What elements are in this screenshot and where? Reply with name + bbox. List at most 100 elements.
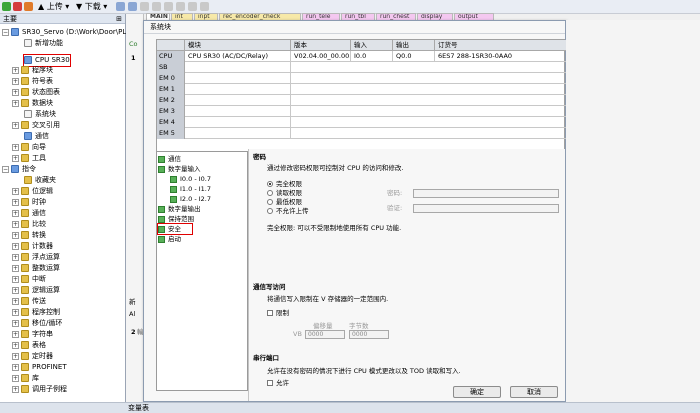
tab-run-chest[interactable]: run_chest bbox=[376, 13, 416, 20]
compile-icon[interactable] bbox=[24, 2, 33, 11]
tree-item[interactable]: + 工具 bbox=[12, 153, 46, 164]
tab-rec-encoder-check[interactable]: rec_encoder_check bbox=[219, 13, 301, 20]
pin-icon[interactable]: ⊞ bbox=[116, 14, 122, 24]
password-input[interactable] bbox=[413, 189, 559, 198]
tree-item[interactable]: + 逻辑运算 bbox=[12, 285, 60, 296]
nav-item-communication[interactable]: 通信 bbox=[158, 154, 181, 164]
nav-item-digital-output[interactable]: 数字量输出 bbox=[158, 204, 201, 214]
allow-checkbox[interactable]: 允许 bbox=[267, 379, 289, 388]
tab-main[interactable]: MAIN bbox=[146, 13, 170, 20]
tree-item[interactable]: + 转换 bbox=[12, 230, 46, 241]
tree-item[interactable]: + 通信 bbox=[12, 208, 46, 219]
cancel-button[interactable]: 取消 bbox=[510, 386, 558, 398]
network-icon[interactable] bbox=[176, 2, 185, 11]
bookmark-icon[interactable] bbox=[200, 2, 209, 11]
restrict-checkbox[interactable]: 限制 bbox=[267, 309, 289, 318]
tab-output[interactable]: output bbox=[454, 13, 494, 20]
delete-icon[interactable] bbox=[128, 2, 137, 11]
nav-item-i2[interactable]: I2.0 - I2.7 bbox=[170, 194, 211, 204]
tree-item[interactable]: + 比较 bbox=[12, 219, 46, 230]
tree-item[interactable]: + 符号表 bbox=[12, 76, 53, 87]
tree-item[interactable]: 新增功能 bbox=[24, 38, 63, 49]
radio-full-access[interactable]: 完全权限 bbox=[267, 180, 302, 189]
nav-item-i0[interactable]: I0.0 - I0.7 bbox=[170, 174, 211, 184]
nav-item-digital-input[interactable]: 数字量输入 bbox=[158, 164, 201, 174]
status-icon[interactable] bbox=[152, 2, 161, 11]
tree-item[interactable]: + 库 bbox=[12, 373, 39, 384]
cell-module[interactable] bbox=[185, 117, 291, 128]
tree-item[interactable]: + 调用子例程 bbox=[12, 384, 67, 395]
tab-inpt[interactable]: inpt bbox=[194, 13, 218, 20]
tree-item[interactable]: 通信 bbox=[24, 131, 49, 142]
tree-item-label: PROFINET bbox=[32, 363, 67, 371]
column-header: 输出 bbox=[393, 40, 435, 51]
table-row[interactable]: EM 5 bbox=[157, 128, 566, 139]
tab-int[interactable]: int bbox=[171, 13, 193, 20]
tree-item[interactable]: + 浮点运算 bbox=[12, 252, 60, 263]
ok-button[interactable]: 确定 bbox=[453, 386, 501, 398]
radio-read-access[interactable]: 读取权限 bbox=[267, 189, 302, 198]
tab-run-tbl[interactable]: run_tbl bbox=[341, 13, 375, 20]
cell-module[interactable] bbox=[185, 95, 291, 106]
tree-item[interactable]: + 数据块 bbox=[12, 98, 53, 109]
nav-item-startup[interactable]: 启动 bbox=[158, 234, 181, 244]
table-row[interactable]: EM 0 bbox=[157, 73, 566, 84]
tree-item[interactable]: 收藏夹 bbox=[24, 175, 56, 186]
radio-minimum-access[interactable]: 最低权限 bbox=[267, 198, 302, 207]
run-icon[interactable] bbox=[2, 2, 11, 11]
tree-item[interactable]: + PROFINET bbox=[12, 362, 67, 373]
upload-button[interactable]: ▲ 上传 ▾ bbox=[38, 1, 69, 13]
tree-item[interactable]: + 位逻辑 bbox=[12, 186, 53, 197]
table-row[interactable]: EM 1 bbox=[157, 84, 566, 95]
tree-project-root[interactable]: − SR30_Servo (D:\Work\Door\PL bbox=[2, 27, 126, 38]
radio-no-upload[interactable]: 不允许上传 bbox=[267, 207, 309, 216]
debug-icon[interactable] bbox=[140, 2, 149, 11]
checkbox-label: 限制 bbox=[276, 309, 289, 317]
variable-table-tab[interactable]: 变量表 bbox=[128, 403, 149, 413]
stop-icon[interactable] bbox=[13, 2, 22, 11]
tab-display[interactable]: display bbox=[417, 13, 453, 20]
folder-icon bbox=[21, 286, 29, 294]
nav-item-i1[interactable]: I1.0 - I1.7 bbox=[170, 184, 211, 194]
cell-module[interactable] bbox=[185, 128, 291, 139]
tree-item[interactable]: + 向导 bbox=[12, 142, 46, 153]
tree-item[interactable]: + 定时器 bbox=[12, 351, 53, 362]
offset-spinner[interactable]: 0000 bbox=[305, 330, 345, 339]
tree-item[interactable]: 系统块 bbox=[24, 109, 56, 120]
table-row[interactable]: EM 2 bbox=[157, 95, 566, 106]
tree-item-instructions[interactable]: − 指令 bbox=[2, 164, 36, 175]
cell-module[interactable]: CPU SR30 (AC/DC/Relay) bbox=[185, 51, 291, 62]
table-row[interactable]: EM 3 bbox=[157, 106, 566, 117]
tree-item[interactable]: + 移位/循环 bbox=[12, 318, 62, 329]
insert-icon[interactable] bbox=[116, 2, 125, 11]
table-icon[interactable] bbox=[164, 2, 173, 11]
tree-item[interactable]: + 状态图表 bbox=[12, 87, 60, 98]
download-button[interactable]: ▼ 下载 ▾ bbox=[76, 1, 107, 13]
tab-run-tele[interactable]: run_tele bbox=[302, 13, 340, 20]
tree-item[interactable]: + 整数运算 bbox=[12, 263, 60, 274]
cell-module[interactable] bbox=[185, 84, 291, 95]
verify-input[interactable] bbox=[413, 204, 559, 213]
cell-module[interactable] bbox=[185, 62, 291, 73]
cell-module[interactable] bbox=[185, 73, 291, 84]
nav-item-retentive[interactable]: 保持范围 bbox=[158, 214, 194, 224]
compare-icon[interactable] bbox=[188, 2, 197, 11]
cell-module[interactable] bbox=[185, 106, 291, 117]
radio-label: 不允许上传 bbox=[276, 207, 309, 215]
tree-item[interactable]: + 计数器 bbox=[12, 241, 53, 252]
nav-item-security[interactable]: 安全 bbox=[157, 223, 193, 235]
tree-item[interactable]: + 交叉引用 bbox=[12, 120, 60, 131]
bytes-spinner[interactable]: 0000 bbox=[349, 330, 389, 339]
tree-item[interactable]: + 时钟 bbox=[12, 197, 46, 208]
tree-item[interactable]: + 程序块 bbox=[12, 65, 53, 76]
table-row[interactable]: EM 4 bbox=[157, 117, 566, 128]
tree-item[interactable]: + 中断 bbox=[12, 274, 46, 285]
tree-item[interactable]: + 程序控制 bbox=[12, 307, 60, 318]
tree-item[interactable]: + 字符串 bbox=[12, 329, 53, 340]
row-key: EM 2 bbox=[157, 95, 185, 106]
folder-icon bbox=[21, 341, 29, 349]
tree-item[interactable]: + 表格 bbox=[12, 340, 46, 351]
tree-item[interactable]: + 传送 bbox=[12, 296, 46, 307]
table-row[interactable]: CPU CPU SR30 (AC/DC/Relay) V02.04.00_00.… bbox=[157, 51, 566, 62]
table-row[interactable]: SB bbox=[157, 62, 566, 73]
